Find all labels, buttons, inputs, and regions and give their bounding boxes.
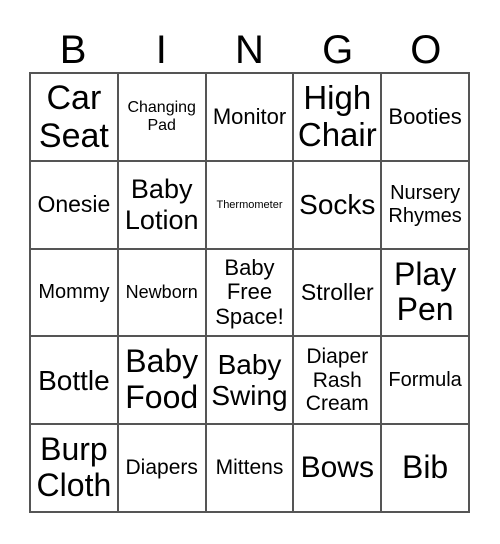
bingo-cell[interactable]: Diaper Rash Cream <box>293 336 382 425</box>
bingo-cell[interactable]: Car Seat <box>30 73 118 161</box>
bingo-cell[interactable]: Monitor <box>205 73 294 161</box>
bingo-cell[interactable]: Nursery Rhymes <box>381 160 469 249</box>
bingo-cell[interactable]: Burp Cloth <box>30 424 118 512</box>
header-letter-o: O <box>410 28 442 72</box>
bingo-cell[interactable]: Play Pen <box>381 248 469 337</box>
bingo-header: B I N G O <box>29 28 470 72</box>
bingo-cell[interactable]: Onesie <box>30 160 118 249</box>
bingo-cell[interactable]: Baby Food <box>117 336 206 425</box>
bingo-cell[interactable]: Socks <box>293 160 382 249</box>
bingo-cell[interactable]: Diapers <box>117 424 206 512</box>
header-letter-g: G <box>322 28 354 72</box>
bingo-cell[interactable]: Mommy <box>30 248 118 337</box>
header-letter-i: I <box>155 28 167 72</box>
bingo-cell[interactable]: Bottle <box>30 336 118 425</box>
bingo-cell[interactable]: Changing Pad <box>117 73 206 161</box>
bingo-cell[interactable]: Stroller <box>293 248 382 337</box>
bingo-cell[interactable]: Booties <box>381 73 469 161</box>
bingo-cell[interactable]: Baby Free Space! <box>205 248 294 337</box>
bingo-cell[interactable]: Bows <box>293 424 382 512</box>
bingo-cell[interactable]: Baby Swing <box>205 336 294 425</box>
bingo-cell[interactable]: Newborn <box>117 248 206 337</box>
bingo-cell[interactable]: Bib <box>381 424 469 512</box>
bingo-grid: Car Seat Changing Pad Monitor High Chair Boo… <box>29 72 470 513</box>
header-letter-b: B <box>59 28 87 72</box>
bingo-cell[interactable]: Formula <box>381 336 469 425</box>
bingo-cell[interactable]: Baby Lotion <box>117 160 206 249</box>
bingo-cell[interactable]: Thermometer <box>205 160 294 249</box>
bingo-cell[interactable]: High Chair <box>293 73 382 161</box>
bingo-cell[interactable]: Mittens <box>205 424 294 512</box>
header-letter-n: N <box>235 28 264 72</box>
